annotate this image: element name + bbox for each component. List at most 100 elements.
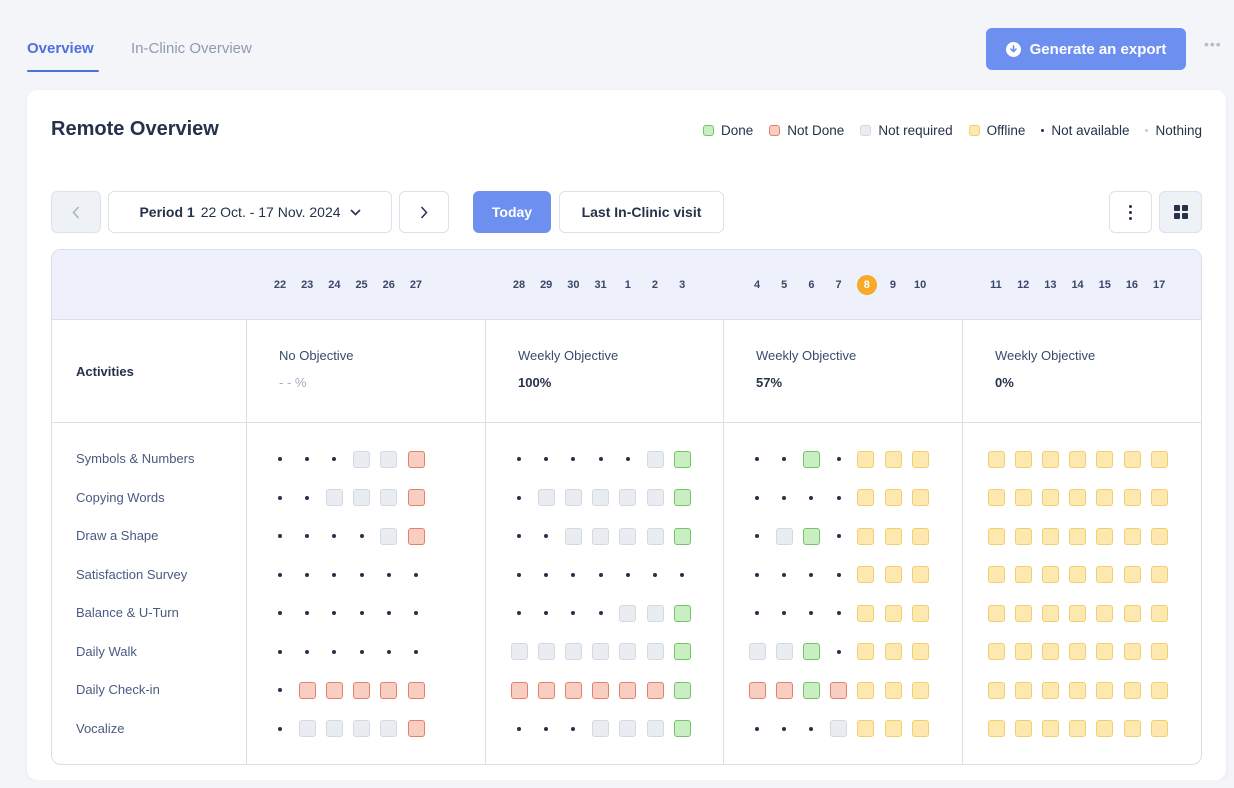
status-cell-notdone[interactable] — [407, 720, 425, 738]
status-cell-offline[interactable] — [1123, 681, 1141, 699]
status-cell-na[interactable] — [510, 527, 528, 545]
status-cell-done[interactable] — [802, 450, 820, 468]
status-cell-offline[interactable] — [1096, 489, 1114, 507]
status-cell-offline[interactable] — [1014, 489, 1032, 507]
more-options-icon[interactable]: ••• — [1204, 36, 1222, 52]
status-cell-offline[interactable] — [1014, 450, 1032, 468]
status-cell-notreq[interactable] — [510, 643, 528, 661]
tab-in-clinic-overview[interactable]: In-Clinic Overview — [131, 40, 252, 57]
status-cell-notreq[interactable] — [748, 643, 766, 661]
status-cell-na[interactable] — [271, 720, 289, 738]
status-cell-offline[interactable] — [1123, 527, 1141, 545]
status-cell-done[interactable] — [802, 527, 820, 545]
status-cell-notreq[interactable] — [380, 489, 398, 507]
status-cell-na[interactable] — [619, 450, 637, 468]
status-cell-offline[interactable] — [1014, 681, 1032, 699]
status-cell-notdone[interactable] — [407, 681, 425, 699]
status-cell-notdone[interactable] — [380, 681, 398, 699]
today-button[interactable]: Today — [473, 191, 551, 233]
status-cell-na[interactable] — [830, 450, 848, 468]
previous-period-button[interactable] — [51, 191, 101, 233]
status-cell-na[interactable] — [325, 566, 343, 584]
status-cell-offline[interactable] — [911, 681, 929, 699]
status-cell-done[interactable] — [673, 604, 691, 622]
status-cell-done[interactable] — [802, 681, 820, 699]
status-cell-offline[interactable] — [1014, 566, 1032, 584]
status-cell-na[interactable] — [830, 489, 848, 507]
status-cell-na[interactable] — [298, 566, 316, 584]
next-period-button[interactable] — [399, 191, 449, 233]
status-cell-na[interactable] — [407, 604, 425, 622]
status-cell-na[interactable] — [537, 450, 555, 468]
status-cell-notdone[interactable] — [325, 681, 343, 699]
status-cell-offline[interactable] — [1123, 720, 1141, 738]
status-cell-na[interactable] — [325, 527, 343, 545]
status-cell-offline[interactable] — [1150, 450, 1168, 468]
status-cell-offline[interactable] — [1041, 450, 1059, 468]
status-cell-notreq[interactable] — [564, 489, 582, 507]
status-cell-na[interactable] — [380, 604, 398, 622]
status-cell-offline[interactable] — [1069, 450, 1087, 468]
status-cell-offline[interactable] — [1069, 566, 1087, 584]
status-cell-offline[interactable] — [1041, 489, 1059, 507]
status-cell-na[interactable] — [298, 604, 316, 622]
generate-export-button[interactable]: Generate an export — [986, 28, 1186, 70]
status-cell-offline[interactable] — [987, 720, 1005, 738]
status-cell-offline[interactable] — [1123, 566, 1141, 584]
status-cell-notreq[interactable] — [325, 720, 343, 738]
status-cell-notdone[interactable] — [592, 681, 610, 699]
status-cell-notreq[interactable] — [537, 643, 555, 661]
status-cell-na[interactable] — [353, 566, 371, 584]
status-cell-offline[interactable] — [857, 527, 875, 545]
status-cell-na[interactable] — [271, 643, 289, 661]
status-cell-offline[interactable] — [1069, 720, 1087, 738]
status-cell-na[interactable] — [748, 489, 766, 507]
status-cell-na[interactable] — [271, 681, 289, 699]
status-cell-offline[interactable] — [1150, 566, 1168, 584]
status-cell-offline[interactable] — [911, 489, 929, 507]
status-cell-offline[interactable] — [987, 643, 1005, 661]
status-cell-notreq[interactable] — [325, 489, 343, 507]
status-cell-na[interactable] — [748, 604, 766, 622]
status-cell-offline[interactable] — [1150, 604, 1168, 622]
status-cell-notdone[interactable] — [407, 527, 425, 545]
status-cell-na[interactable] — [646, 566, 664, 584]
status-cell-offline[interactable] — [1069, 604, 1087, 622]
status-cell-offline[interactable] — [1014, 643, 1032, 661]
status-cell-offline[interactable] — [987, 527, 1005, 545]
status-cell-na[interactable] — [537, 604, 555, 622]
status-cell-na[interactable] — [407, 643, 425, 661]
status-cell-na[interactable] — [673, 566, 691, 584]
status-cell-na[interactable] — [271, 489, 289, 507]
status-cell-offline[interactable] — [884, 681, 902, 699]
status-cell-offline[interactable] — [987, 489, 1005, 507]
period-selector[interactable]: Period 1 22 Oct. - 17 Nov. 2024 — [108, 191, 392, 233]
status-cell-offline[interactable] — [1041, 527, 1059, 545]
status-cell-notdone[interactable] — [830, 681, 848, 699]
status-cell-offline[interactable] — [1069, 643, 1087, 661]
status-cell-notreq[interactable] — [592, 720, 610, 738]
status-cell-na[interactable] — [325, 643, 343, 661]
status-cell-offline[interactable] — [987, 604, 1005, 622]
status-cell-na[interactable] — [510, 720, 528, 738]
status-cell-offline[interactable] — [1041, 720, 1059, 738]
status-cell-offline[interactable] — [1069, 681, 1087, 699]
status-cell-offline[interactable] — [1041, 604, 1059, 622]
status-cell-notreq[interactable] — [619, 720, 637, 738]
status-cell-notdone[interactable] — [646, 681, 664, 699]
status-cell-notreq[interactable] — [619, 643, 637, 661]
status-cell-na[interactable] — [510, 604, 528, 622]
status-cell-na[interactable] — [775, 489, 793, 507]
status-cell-notreq[interactable] — [646, 720, 664, 738]
status-cell-notreq[interactable] — [298, 720, 316, 738]
status-cell-offline[interactable] — [857, 566, 875, 584]
status-cell-na[interactable] — [748, 720, 766, 738]
status-cell-na[interactable] — [592, 450, 610, 468]
status-cell-notreq[interactable] — [646, 604, 664, 622]
status-cell-na[interactable] — [271, 527, 289, 545]
status-cell-notreq[interactable] — [380, 720, 398, 738]
status-cell-offline[interactable] — [884, 720, 902, 738]
status-cell-notreq[interactable] — [646, 643, 664, 661]
status-cell-na[interactable] — [298, 643, 316, 661]
status-cell-offline[interactable] — [911, 643, 929, 661]
